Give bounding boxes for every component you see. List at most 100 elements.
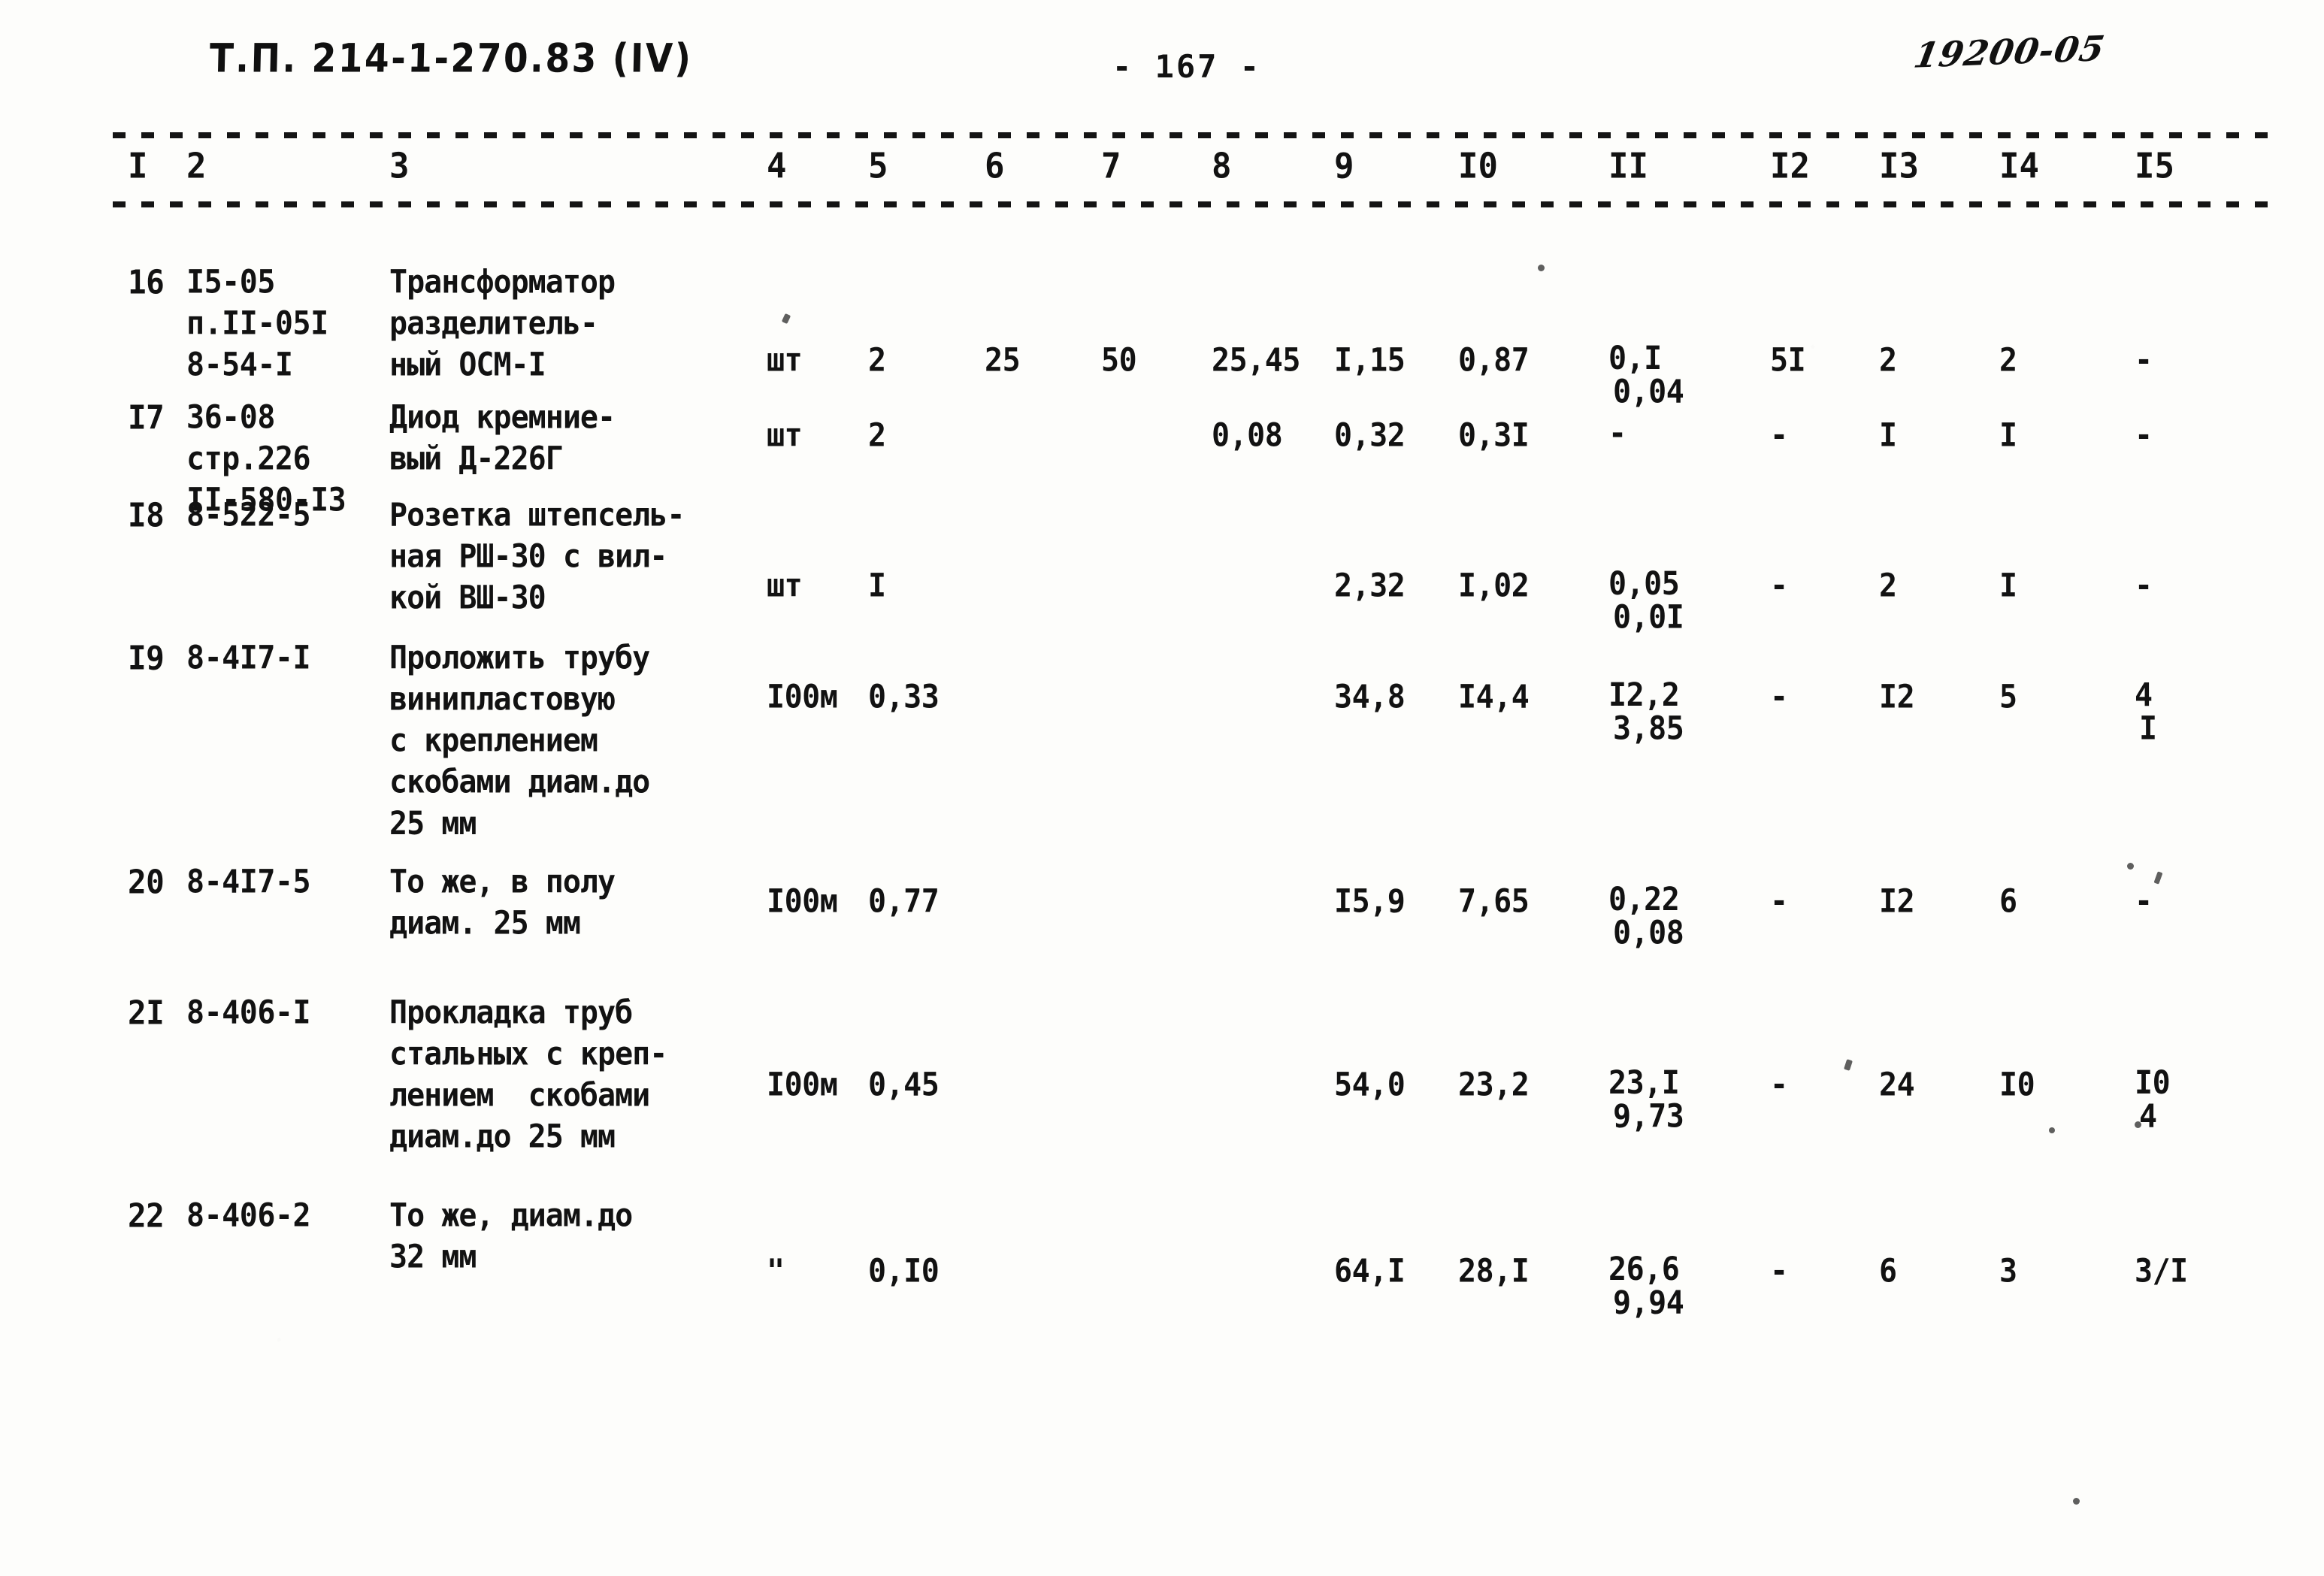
row-col13: 6 — [1879, 1253, 1897, 1290]
row-col11-bottom: 0,08 — [1613, 915, 1684, 952]
row-quantity: 0,I0 — [868, 1253, 940, 1290]
row-description: Диод кремние- вый Д-226Г — [389, 399, 616, 478]
row-col14: 5 — [1999, 679, 2017, 715]
row-col14: 2 — [1999, 342, 2017, 379]
column-header-5: 5 — [868, 146, 888, 187]
column-header-9: 9 — [1334, 146, 1354, 187]
row-col15: - — [2135, 883, 2153, 920]
row-col15-bottom: I — [2139, 710, 2157, 748]
row-code: 8-4I7-5 — [186, 864, 311, 900]
row-col11-bottom: 3,85 — [1613, 710, 1684, 748]
stamp-number: 19200-05 — [1911, 28, 2108, 76]
row-col15: - — [2135, 567, 2153, 604]
row-quantity: 2 — [868, 342, 886, 379]
row-col11-stack: 0,05 0,0I — [1608, 565, 1684, 637]
scan-speck — [1538, 265, 1545, 271]
column-header-11: II — [1608, 146, 1648, 187]
row-col10: 0,87 — [1458, 342, 1530, 379]
row-col10: I4,4 — [1458, 679, 1530, 715]
row-col15-stack: 4I — [2135, 676, 2157, 748]
row-col12: - — [1770, 567, 1788, 604]
document-code: Т.П. 214-1-270.83 (IV) — [209, 35, 694, 82]
row-col15-top: I0 — [2135, 1065, 2171, 1102]
row-description: Трансформатор разделитель- ный ОСМ-I — [389, 264, 616, 384]
row-col14: I — [1999, 417, 2017, 454]
row-col12: - — [1770, 883, 1788, 920]
row-col12: - — [1770, 1066, 1788, 1103]
row-col9: 2,32 — [1334, 567, 1406, 604]
row-unit: I00м — [767, 679, 838, 715]
row-col10: 23,2 — [1458, 1066, 1530, 1103]
row-quantity: 0,77 — [868, 883, 940, 920]
row-unit: шт — [767, 417, 803, 454]
row-col13: I2 — [1879, 679, 1915, 715]
row-col11-bottom: 9,73 — [1613, 1098, 1684, 1136]
row-col10: 0,3I — [1458, 417, 1530, 454]
row-col11-bottom: 0,0I — [1613, 599, 1684, 637]
scan-speck — [2135, 1121, 2141, 1128]
row-col14: 6 — [1999, 883, 2017, 920]
page-header: Т.П. 214-1-270.83 (IV) - 167 - 19200-05 — [0, 18, 2324, 101]
row-code: 8-406-2 — [186, 1197, 311, 1234]
scan-speck — [781, 313, 791, 325]
row-col9: I5,9 — [1334, 883, 1406, 920]
row-number: I8 — [128, 496, 165, 534]
scan-speck — [2073, 1498, 2080, 1505]
row-description: Розетка штепсель- ная РШ-30 с вил- кой В… — [389, 497, 685, 617]
row-col13: I2 — [1879, 883, 1915, 920]
row-col9: 64,I — [1334, 1253, 1406, 1290]
row-col15-top: 4 — [2135, 677, 2153, 714]
row-col8: 25,45 — [1212, 342, 1300, 379]
row-col12: - — [1770, 679, 1788, 715]
row-col11-stack: 23,I 9,73 — [1608, 1064, 1684, 1136]
row-number: 2I — [128, 994, 165, 1032]
row-col11-stack: 0,I 0,04 — [1608, 340, 1684, 411]
column-header-15: I5 — [2135, 146, 2174, 187]
row-code: 8-406-I — [186, 994, 311, 1031]
row-description: Проложить трубу винипластовую с креплени… — [389, 640, 650, 842]
row-col12: - — [1770, 417, 1788, 454]
row-number: 20 — [128, 863, 165, 901]
row-code: I5-05 п.II-05I 8-54-I — [186, 264, 328, 384]
row-number: I9 — [128, 639, 165, 677]
row-description: То же, в полу диам. 25 мм — [389, 864, 616, 942]
scan-speck — [2049, 1127, 2055, 1133]
column-header-8: 8 — [1212, 146, 1232, 187]
row-unit: шт — [767, 567, 803, 604]
row-description: Прокладка труб стальных с креп- лением с… — [389, 994, 667, 1156]
row-col10: 7,65 — [1458, 883, 1530, 920]
row-col9: 0,32 — [1334, 417, 1406, 454]
row-quantity: 0,45 — [868, 1066, 940, 1103]
row-col6: 25 — [985, 342, 1021, 379]
column-header-4: 4 — [767, 146, 787, 187]
row-col11-bottom: 0,04 — [1613, 374, 1684, 411]
row-col13: I — [1879, 417, 1897, 454]
row-col10: I,02 — [1458, 567, 1530, 604]
row-unit: шт — [767, 342, 803, 379]
row-col12: - — [1770, 1253, 1788, 1290]
row-col9: 54,0 — [1334, 1066, 1406, 1103]
row-col14: I — [1999, 567, 2017, 604]
row-quantity: I — [868, 567, 886, 604]
row-unit: " — [767, 1253, 785, 1290]
column-header-13: I3 — [1879, 146, 1919, 187]
row-col8: 0,08 — [1212, 417, 1283, 454]
row-col11-top: I2,2 — [1608, 677, 1680, 714]
row-col15: - — [2135, 417, 2153, 454]
row-col11-top: 0,05 — [1608, 566, 1680, 603]
column-header-7: 7 — [1101, 146, 1121, 187]
row-quantity: 2 — [868, 417, 886, 454]
row-col11-stack: I2,2 3,85 — [1608, 676, 1684, 748]
row-col11-top: - — [1608, 416, 1626, 452]
row-number: 16 — [128, 263, 165, 301]
row-unit: I00м — [767, 883, 838, 920]
column-header-10: I0 — [1458, 146, 1498, 187]
row-col11-stack: - — [1608, 415, 1626, 453]
row-col11-top: 23,I — [1608, 1065, 1680, 1102]
row-number: I7 — [128, 398, 165, 437]
row-quantity: 0,33 — [868, 679, 940, 715]
row-col15: - — [2135, 342, 2153, 379]
row-col11-stack: 26,6 9,94 — [1608, 1251, 1684, 1322]
row-col9: I,15 — [1334, 342, 1406, 379]
column-header-1: I — [128, 146, 148, 187]
